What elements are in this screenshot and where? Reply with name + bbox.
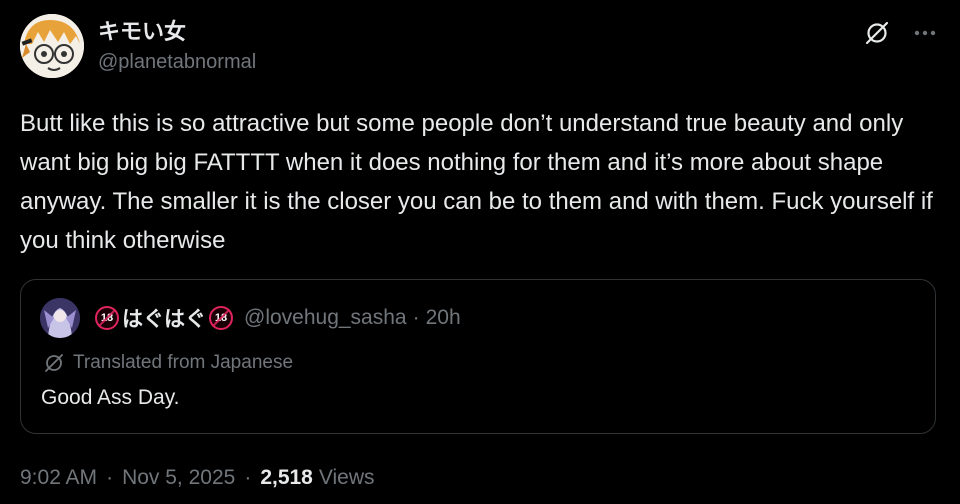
post-date[interactable]: Nov 5, 2025 [122,466,235,490]
views-label: Views [318,466,375,489]
quoted-timestamp[interactable]: 20h [426,306,461,330]
tweet-meta: 9:02 AM · Nov 5, 2025 · 2,518 Views [20,466,375,490]
quoted-avatar-image [40,298,80,338]
author-display-name[interactable]: キモい女 [98,16,256,48]
author-names: キモい女 @planetabnormal [98,16,256,76]
translated-label: Translated from Japanese [73,352,294,373]
author-avatar[interactable] [20,14,84,78]
meta-separator: · [244,466,252,489]
quoted-tweet[interactable]: 18 はぐはぐ 18 @lovehug_sasha · 20h Translat… [20,279,936,434]
more-dots-icon [914,30,936,36]
meta-separator: · [106,466,114,489]
tweet-header: キモい女 @planetabnormal [20,14,940,84]
quoted-separator: · [412,306,420,329]
adult-18-badge: 18 [209,306,233,330]
quoted-display-name[interactable]: 18 はぐはぐ 18 [92,303,236,333]
author-handle[interactable]: @planetabnormal [98,48,256,76]
quoted-tweet-text: Good Ass Day. [41,386,180,409]
quoted-handle[interactable]: @lovehug_sasha [244,306,407,330]
grok-icon [865,21,889,45]
tweet-text: Butt like this is so attractive but some… [20,110,933,254]
translated-indicator[interactable]: Translated from Japanese [43,352,293,374]
more-button[interactable] [910,18,940,48]
quoted-tweet-header: 18 はぐはぐ 18 @lovehug_sasha · 20h [40,298,461,338]
quoted-author-avatar[interactable] [40,298,80,338]
slashed-circle-icon [45,354,63,372]
grok-button[interactable] [862,18,892,48]
adult-18-badge: 18 [95,306,119,330]
top-actions [862,18,940,48]
quoted-name-text: はぐはぐ [122,308,206,331]
post-time[interactable]: 9:02 AM [20,466,97,490]
views-count: 2,518 [260,466,313,489]
tweet-detail: キモい女 @planetabnormal Butt like this is s… [0,0,960,504]
author-avatar-image [20,14,84,78]
